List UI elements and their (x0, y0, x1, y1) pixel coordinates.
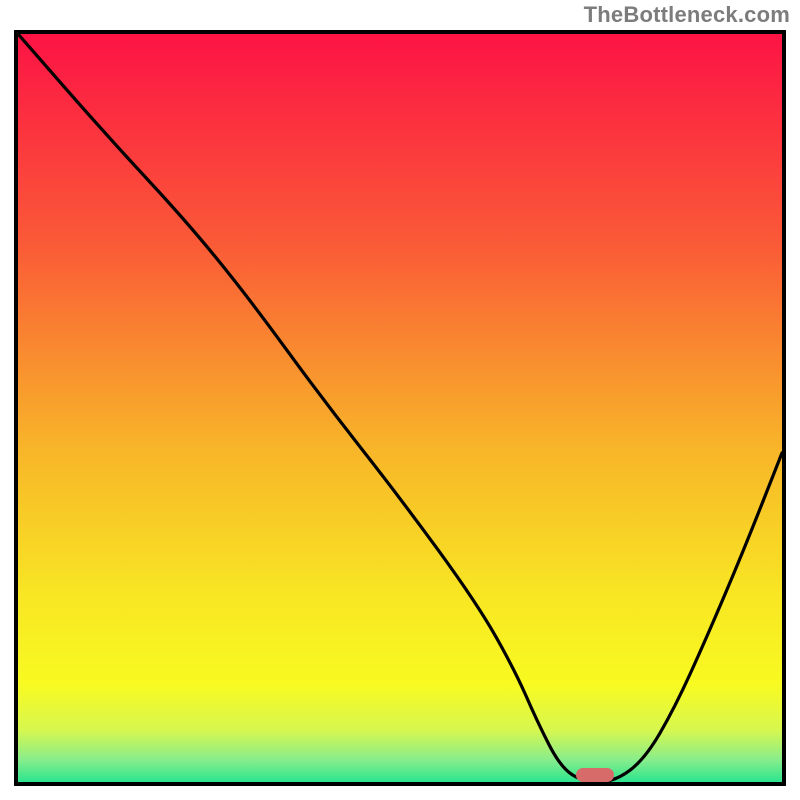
chart-curve (18, 34, 782, 782)
chart-line-layer (18, 34, 782, 782)
watermark-text: TheBottleneck.com (584, 2, 790, 28)
optimal-marker (576, 768, 614, 782)
chart-container: TheBottleneck.com (0, 0, 800, 800)
plot-area (14, 30, 786, 786)
